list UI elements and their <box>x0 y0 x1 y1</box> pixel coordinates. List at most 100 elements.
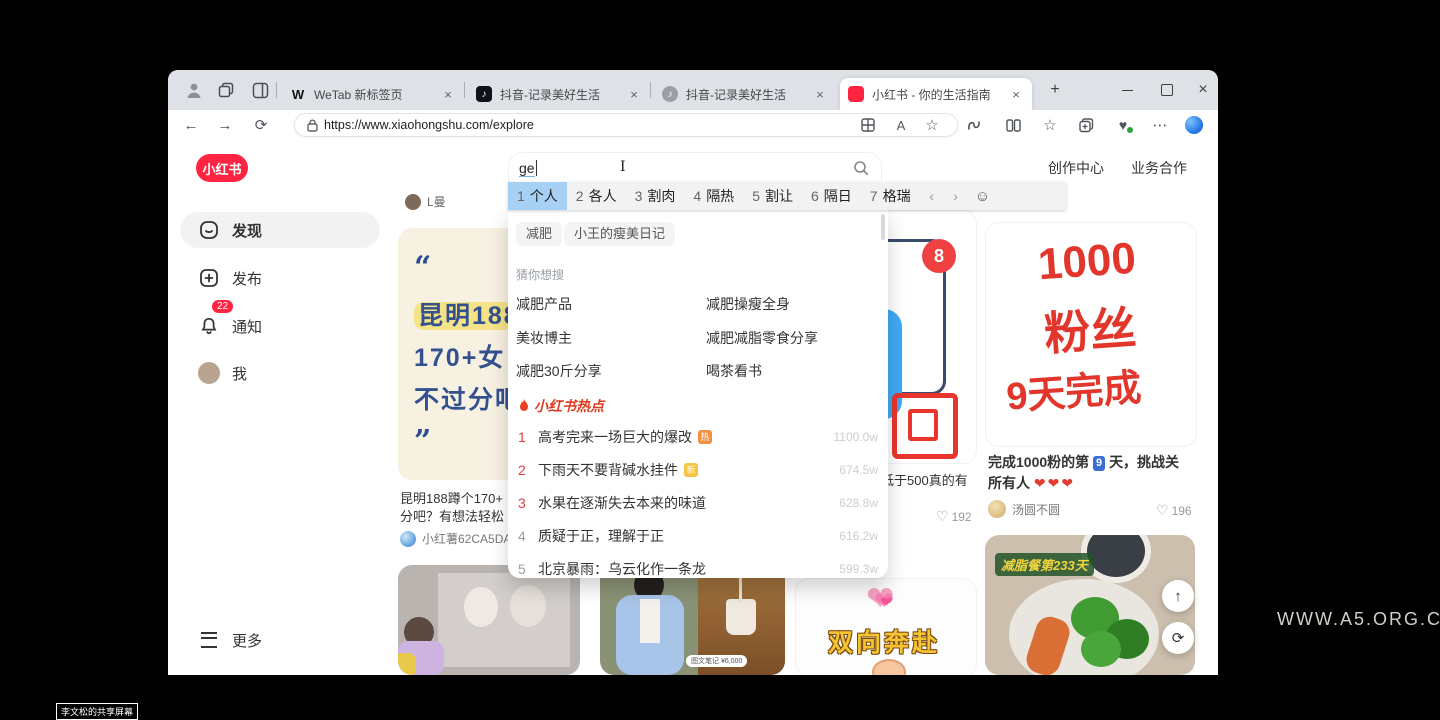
tab-douyin-2[interactable]: ♪ 抖音-记录美好生活 × <box>654 78 836 110</box>
panel-scrollbar[interactable] <box>881 214 885 240</box>
fans-line-3: 9天完成 <box>1004 356 1143 420</box>
fans-caption-line[interactable]: 完成1000粉的第 9 天，挑战关 <box>988 452 1179 472</box>
day-badge: 9 <box>1093 456 1105 471</box>
grid-icon[interactable] <box>856 114 880 136</box>
suggestion-item[interactable]: 喝茶看书 <box>706 361 762 381</box>
tab-close-icon[interactable]: × <box>440 87 456 102</box>
back-icon[interactable]: ← <box>178 113 204 137</box>
flame-icon <box>518 399 530 413</box>
xiaohongshu-logo[interactable]: 小红书 <box>196 154 248 182</box>
author-avatar <box>400 531 416 547</box>
note-caption-line[interactable]: 分吧？有想法轻松 <box>400 506 504 525</box>
creator-center-link[interactable]: 创作中心 <box>1048 158 1104 178</box>
ime-candidate[interactable]: 4隔热 <box>684 182 743 210</box>
maximize-icon <box>1161 84 1173 96</box>
tab-xiaohongshu[interactable]: 小红书 - 你的生活指南 × <box>840 78 1032 110</box>
split-screen-icon[interactable] <box>1001 114 1025 136</box>
fans-caption-line[interactable]: 所有人 ❤❤❤ <box>988 473 1075 493</box>
ime-next-icon[interactable]: › <box>944 188 968 204</box>
ime-emoji-icon[interactable]: ☺ <box>968 188 998 205</box>
like-count[interactable]: ♡ 192 <box>936 508 972 525</box>
favorites-hub-icon[interactable]: ☆ <box>1038 114 1062 136</box>
sidebar-label: 发现 <box>232 220 262 241</box>
note-card-fans[interactable]: 1000 粉丝 9天完成 <box>985 222 1197 447</box>
hot-item[interactable]: 1 高考完来一场巨大的爆改 热 1100.0w <box>518 426 878 448</box>
tab-wetab[interactable]: W WeTab 新标签页 × <box>282 78 464 110</box>
browser-essentials-icon[interactable]: ♥ <box>1111 114 1135 136</box>
text-caret <box>536 160 537 176</box>
hot-list-header: 小红书热点 <box>518 396 604 416</box>
note-card-photo-2[interactable]: 图文笔记 ¥6,000 <box>600 565 785 675</box>
ime-candidate[interactable]: 2各人 <box>567 182 626 210</box>
ime-candidate[interactable]: 3割肉 <box>626 182 685 210</box>
ime-candidate[interactable]: 6隔日 <box>802 182 861 210</box>
extension-icon[interactable] <box>962 114 986 136</box>
hot-item[interactable]: 4 质疑于正，理解于正 616.2w <box>518 525 878 547</box>
ime-candidate-bar: 1个人 2各人 3割肉 4隔热 5割让 6隔日 7格瑞 ‹ › ☺ <box>508 182 1066 210</box>
note-card-photo-1[interactable] <box>398 565 580 675</box>
note-author[interactable]: 汤圆不圆 <box>988 500 1060 518</box>
suggestion-item[interactable]: 减肥减脂零食分享 <box>706 328 818 348</box>
sidebar-item-publish[interactable]: 发布 <box>180 260 380 296</box>
note-card-heart[interactable]: ❤ ❤ ❤ 双向奔赴 <box>795 578 977 675</box>
hot-item[interactable]: 5 北京暴雨：乌云化作一条龙 599.3w <box>518 558 878 580</box>
sidebar-item-me[interactable]: 我 <box>180 355 380 391</box>
new-tab-button[interactable]: + <box>1044 80 1066 102</box>
chip-avatar <box>405 194 421 210</box>
tab-actions-icon[interactable] <box>252 82 269 104</box>
minimize-button[interactable] <box>1110 70 1144 110</box>
tab-title: 抖音-记录美好生活 <box>686 86 806 103</box>
note-card-meal[interactable]: 减脂餐第233天 <box>985 535 1195 675</box>
sidebar-label: 更多 <box>232 630 262 651</box>
collections-icon[interactable] <box>1074 114 1098 136</box>
suggestion-item[interactable]: 减肥产品 <box>516 294 572 314</box>
read-aloud-icon[interactable]: A <box>889 114 913 136</box>
suggestion-item[interactable]: 减肥操瘦全身 <box>706 294 790 314</box>
quote-open-icon: “ <box>414 250 431 285</box>
more-menu-icon[interactable]: ⋯ <box>1148 114 1172 136</box>
profile-icon[interactable] <box>184 80 204 105</box>
ime-candidate[interactable]: 7格瑞 <box>861 182 920 210</box>
refresh-feed-button[interactable]: ⟳ <box>1162 622 1194 654</box>
tab-close-icon[interactable]: × <box>626 87 642 102</box>
scroll-top-button[interactable]: ↑ <box>1162 580 1194 612</box>
favorite-star-icon[interactable]: ☆ <box>920 114 944 136</box>
note-caption-line[interactable]: 昆明188蹲个170+ <box>400 488 503 507</box>
business-link[interactable]: 业务合作 <box>1131 158 1187 178</box>
suggestion-item[interactable]: 美妆博主 <box>516 328 572 348</box>
sidebar-item-discover[interactable]: 发现 <box>180 212 380 248</box>
tab-divider <box>650 82 651 98</box>
suggestion-item[interactable]: 减肥30斤分享 <box>516 361 602 381</box>
browser-window: W WeTab 新标签页 × ♪ 抖音-记录美好生活 × ♪ 抖音-记录美好生活… <box>168 70 1218 675</box>
ime-candidate[interactable]: 5割让 <box>743 182 802 210</box>
search-input[interactable]: ge <box>508 152 882 184</box>
like-count[interactable]: ♡ 196 <box>1156 502 1192 519</box>
feed-user-chip[interactable]: L曼 <box>405 193 446 210</box>
forward-icon[interactable]: → <box>212 113 238 137</box>
ime-candidate[interactable]: 1个人 <box>508 182 567 210</box>
search-suggestion-panel: 减肥 小王的瘦美日记 猜你想搜 减肥产品 减肥操瘦全身 美妆博主 减肥减脂零食分… <box>508 208 888 578</box>
browser-toolbar: ← → ⟳ https://www.xiaohongshu.com/explor… <box>168 110 1218 140</box>
workspaces-icon[interactable] <box>218 82 235 104</box>
tab-douyin-1[interactable]: ♪ 抖音-记录美好生活 × <box>468 78 650 110</box>
note-author[interactable]: 小红薯62CA5DA <box>400 530 511 547</box>
url-text[interactable]: https://www.xiaohongshu.com/explore <box>324 118 534 132</box>
maximize-button[interactable] <box>1150 70 1184 110</box>
author-name: 小红薯62CA5DA <box>422 530 511 547</box>
refresh-icon[interactable]: ⟳ <box>248 113 274 137</box>
hot-item[interactable]: 2 下雨天不要背碱水挂件 新 674.5w <box>518 459 878 481</box>
tab-close-icon[interactable]: × <box>1008 87 1024 102</box>
face <box>510 585 546 627</box>
sidebar-item-notifications[interactable]: 通知 <box>180 308 380 344</box>
search-icon[interactable] <box>853 160 869 176</box>
history-tag[interactable]: 减肥 <box>516 222 562 246</box>
close-window-button[interactable]: × <box>1186 70 1218 110</box>
history-tag[interactable]: 小王的瘦美日记 <box>564 222 675 246</box>
sidebar-item-more[interactable]: 更多 <box>180 622 380 658</box>
ime-prev-icon[interactable]: ‹ <box>920 188 944 204</box>
copilot-icon[interactable] <box>1182 114 1206 136</box>
screen: W WeTab 新标签页 × ♪ 抖音-记录美好生活 × ♪ 抖音-记录美好生活… <box>0 0 1440 720</box>
quote-line-2: 170+女 <box>414 338 505 374</box>
tab-close-icon[interactable]: × <box>812 87 828 102</box>
hot-item[interactable]: 3 水果在逐渐失去本来的味道 628.8w <box>518 492 878 514</box>
